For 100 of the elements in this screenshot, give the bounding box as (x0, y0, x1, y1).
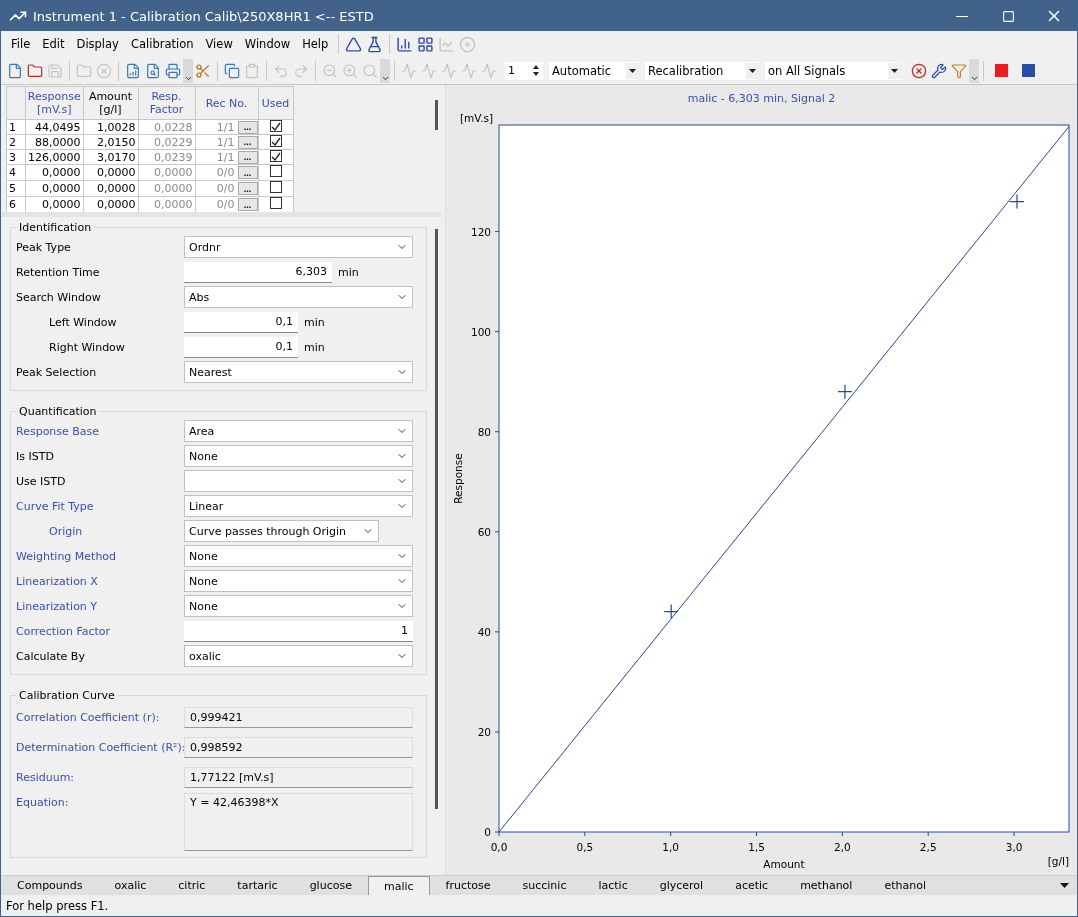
field-label: Use ISTD (16, 474, 67, 488)
tab[interactable]: citric (162, 876, 222, 895)
more-button[interactable]: ... (237, 166, 258, 179)
checkmark-icon (270, 151, 281, 161)
tab[interactable]: methanol (784, 876, 869, 895)
equation-field: Y = 42,46398*X (184, 793, 413, 851)
dropdown-arrow-icon (749, 68, 756, 73)
checkbox[interactable] (269, 197, 282, 209)
field-label: Right Window (49, 340, 126, 354)
y-tick-label: 40 (477, 625, 491, 638)
menu-item[interactable]: Display (70, 37, 125, 51)
tab[interactable]: glucose (293, 876, 368, 895)
x-unit-label: [g/l] (1047, 855, 1069, 867)
dropdown[interactable]: Automatic (549, 61, 639, 80)
rec-no-text: 0/0 (216, 198, 235, 211)
tab[interactable]: oxalic (98, 876, 163, 895)
y-axis-title: Response (451, 453, 464, 504)
dropdown[interactable]: Ordnr (184, 236, 413, 258)
column-header[interactable]: Resp. Factor (138, 86, 195, 120)
field-label: Is ISTD (16, 449, 55, 463)
column-header[interactable]: Response [mV.s] (25, 86, 83, 120)
field-label: Peak Selection (16, 365, 98, 379)
color-button[interactable] (1022, 64, 1035, 77)
dropdown[interactable] (184, 470, 413, 492)
table-cell: 126,0000 (25, 149, 83, 165)
rec-no-text: 1/1 (216, 150, 235, 164)
number-field[interactable]: 1 (184, 620, 413, 642)
dropdown[interactable]: Nearest (184, 361, 413, 383)
field-label: Linearization Y (16, 599, 99, 613)
table-cell: 0,0000 (138, 164, 195, 181)
dropdown[interactable]: None (184, 545, 413, 567)
rec-no-text: 0/0 (216, 182, 235, 195)
tab[interactable]: malic (367, 876, 430, 895)
number-spinner[interactable]: 1 (505, 61, 543, 80)
field-label: Linearization X (16, 574, 99, 588)
field-label: Residuum: (16, 771, 76, 784)
menu-item[interactable]: View (199, 37, 239, 51)
y-tick-label: 20 (477, 725, 491, 738)
more-button[interactable]: ... (237, 198, 258, 211)
menu-item[interactable]: Window (238, 37, 297, 51)
more-button[interactable]: ... (237, 135, 258, 149)
table-cell: 2,0150 (83, 134, 138, 150)
field-label: Weighting Method (16, 549, 118, 563)
field-label: Response Base (16, 424, 101, 438)
table-cell: 0,0000 (83, 164, 138, 181)
unit-label: min (304, 315, 325, 329)
row-number: 6 (6, 196, 26, 212)
y-tick-label: 120 (470, 225, 491, 238)
row-number: 5 (6, 180, 26, 197)
dropdown[interactable]: Recalibration (645, 61, 759, 80)
dropdown[interactable]: Curve passes through Origin (184, 520, 379, 542)
color-button[interactable] (995, 64, 1008, 77)
tab[interactable]: Compounds (1, 876, 99, 895)
field-label: Determination Coefficient (R²): (16, 741, 184, 754)
more-button[interactable]: ... (237, 150, 258, 164)
y-tick-label: 100 (470, 325, 491, 338)
tab[interactable]: succinic (506, 876, 583, 895)
tab-menu-arrow-icon[interactable] (1060, 883, 1069, 888)
checkbox[interactable] (269, 165, 282, 177)
dropdown[interactable]: None (184, 445, 413, 467)
dropdown[interactable]: Area (184, 420, 413, 442)
x-tick-label: 3,0 (1005, 841, 1022, 853)
checkbox[interactable] (269, 181, 282, 193)
field-label: Curve Fit Type (16, 499, 95, 513)
number-field[interactable]: 0,1 (184, 311, 298, 333)
tab[interactable]: acetic (719, 876, 785, 895)
checkbox[interactable] (269, 150, 282, 163)
more-button[interactable]: ... (237, 120, 258, 134)
field-label: Search Window (16, 290, 102, 304)
menu-item[interactable]: Help (296, 37, 335, 51)
more-button[interactable]: ... (237, 182, 258, 195)
dropdown[interactable]: Linear (184, 495, 413, 517)
menu-item[interactable]: Calibration (124, 37, 200, 51)
checkbox[interactable] (269, 120, 282, 133)
tab[interactable]: fructose (429, 876, 507, 895)
dropdown[interactable]: None (184, 595, 413, 617)
tab[interactable]: tartaric (221, 876, 294, 895)
maximize-icon (1001, 9, 1015, 23)
tab[interactable]: ethanol (868, 876, 942, 895)
value-field: 0,998592 (184, 737, 413, 758)
dropdown[interactable]: on All Signals (765, 61, 901, 80)
checkbox[interactable] (269, 135, 282, 148)
tab[interactable]: lactic (582, 876, 644, 895)
column-header[interactable]: Amount [g/l] (83, 86, 138, 120)
menu-item[interactable]: Edit (36, 37, 71, 51)
dropdown[interactable]: Abs (184, 286, 413, 308)
dropdown[interactable]: oxalic (184, 645, 413, 667)
field-label: Calculate By (16, 649, 86, 663)
status-text: For help press F1. (5, 897, 110, 915)
dropdown[interactable]: None (184, 570, 413, 592)
menu-item[interactable]: File (5, 37, 37, 51)
number-field[interactable]: 6,303 (184, 261, 332, 283)
column-header[interactable]: Used (258, 86, 293, 120)
x-tick-label: 1,0 (661, 841, 679, 853)
scrollbar-thumb[interactable] (434, 100, 438, 130)
scrollbar-thumb[interactable] (434, 229, 438, 809)
number-field[interactable]: 0,1 (184, 336, 298, 358)
x-tick-label: 2,0 (833, 841, 851, 853)
tab[interactable]: glycerol (643, 876, 720, 895)
column-header[interactable]: Rec No. (195, 86, 258, 120)
